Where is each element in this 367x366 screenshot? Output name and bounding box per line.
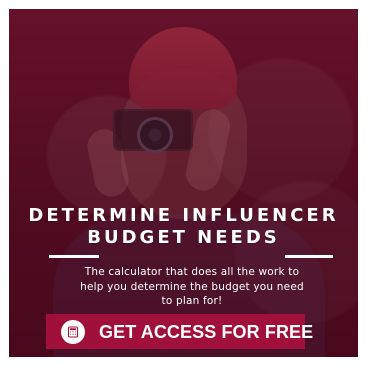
left-divider [49,255,99,258]
headline-line-1: DETERMINE INFLUENCER [28,205,339,226]
get-access-label: GET ACCESS FOR FREE [99,321,314,342]
description-line-1: The calculator that does all the work to [84,266,300,278]
right-divider [285,255,333,258]
headline: DETERMINE INFLUENCER BUDGET NEEDS [9,205,358,249]
calculator-icon [61,319,85,344]
description-line-3: to plan for! [161,295,223,307]
description: The calculator that does all the work to… [63,265,321,309]
get-access-button[interactable]: GET ACCESS FOR FREE [46,314,313,349]
headline-line-2: BUDGET NEEDS [87,227,280,248]
description-line-2: help you determine the budget you need [80,280,304,293]
promo-card: DETERMINE INFLUENCER BUDGET NEEDS The ca… [9,9,358,357]
